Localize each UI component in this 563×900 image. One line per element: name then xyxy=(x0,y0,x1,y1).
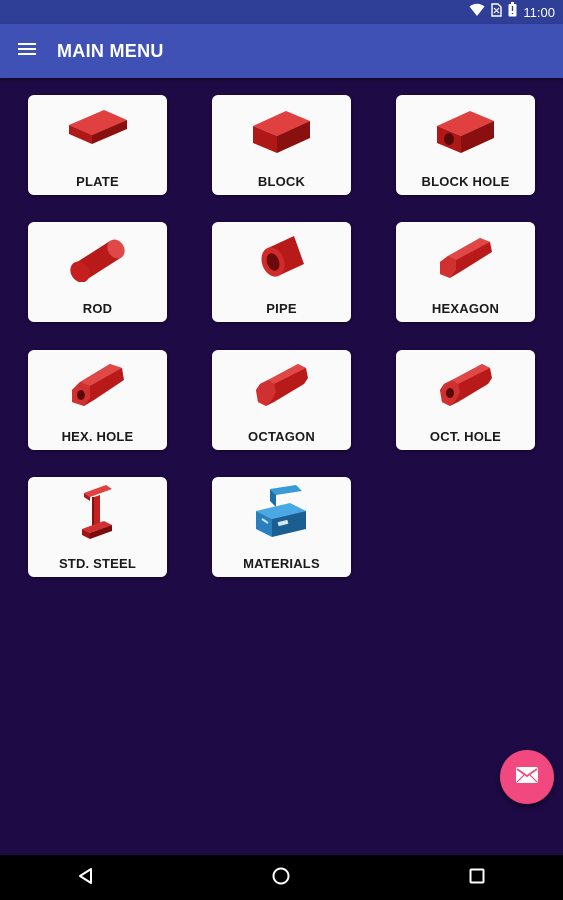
wifi-icon xyxy=(469,3,485,22)
battery-icon xyxy=(508,2,517,22)
back-triangle-icon xyxy=(76,866,96,891)
menu-item-std-steel[interactable]: STD. STEEL xyxy=(28,477,167,577)
menu-item-label: PIPE xyxy=(266,301,297,316)
menu-item-label: MATERIALS xyxy=(243,556,320,571)
hamburger-icon xyxy=(17,41,37,62)
menu-item-oct-hole[interactable]: OCT. HOLE xyxy=(396,350,535,450)
menu-item-label: OCT. HOLE xyxy=(429,429,502,444)
toolbox-icon xyxy=(212,483,351,545)
nav-home-button[interactable] xyxy=(268,865,294,891)
menu-item-label: BLOCK HOLE xyxy=(421,174,510,189)
app-bar: MAIN MENU xyxy=(0,24,563,78)
menu-item-label: BLOCK xyxy=(257,174,306,189)
status-bar: 11:00 xyxy=(0,0,563,24)
status-icons: 11:00 xyxy=(469,2,555,22)
menu-item-label: HEX. HOLE xyxy=(61,429,134,444)
navigation-bar xyxy=(0,855,563,900)
octagon-icon xyxy=(212,356,351,418)
hex-hole-icon xyxy=(28,356,167,418)
rod-icon xyxy=(28,228,167,290)
clock-time: 11:00 xyxy=(523,4,555,20)
oct-hole-icon xyxy=(396,356,535,418)
menu-item-block-hole[interactable]: BLOCK HOLE xyxy=(396,95,535,195)
menu-item-octagon[interactable]: OCTAGON xyxy=(212,350,351,450)
menu-item-plate[interactable]: PLATE xyxy=(28,95,167,195)
menu-item-block[interactable]: BLOCK xyxy=(212,95,351,195)
menu-button[interactable] xyxy=(10,34,44,68)
menu-item-pipe[interactable]: PIPE xyxy=(212,222,351,322)
menu-item-materials[interactable]: MATERIALS xyxy=(212,477,351,577)
menu-item-label: OCTAGON xyxy=(248,429,315,444)
home-circle-icon xyxy=(271,866,291,891)
block-icon xyxy=(212,101,351,163)
menu-item-rod[interactable]: ROD xyxy=(28,222,167,322)
menu-item-label: HEXAGON xyxy=(431,301,500,316)
menu-item-label: ROD xyxy=(82,301,113,316)
mail-fab-button[interactable] xyxy=(500,750,554,804)
block-hole-icon xyxy=(396,101,535,163)
menu-item-hex-hole[interactable]: HEX. HOLE xyxy=(28,350,167,450)
no-sim-icon xyxy=(491,2,503,22)
i-beam-icon xyxy=(28,483,167,545)
pipe-icon xyxy=(212,228,351,290)
menu-item-label: PLATE xyxy=(76,174,119,189)
menu-item-label: STD. STEEL xyxy=(58,556,137,571)
hexagon-icon xyxy=(396,228,535,290)
plate-icon xyxy=(28,101,167,163)
menu-item-hexagon[interactable]: HEXAGON xyxy=(396,222,535,322)
mail-icon xyxy=(515,766,539,789)
page-title: MAIN MENU xyxy=(57,41,164,61)
nav-back-button[interactable] xyxy=(73,865,99,891)
nav-recents-button[interactable] xyxy=(464,865,490,891)
recents-square-icon xyxy=(467,866,487,891)
